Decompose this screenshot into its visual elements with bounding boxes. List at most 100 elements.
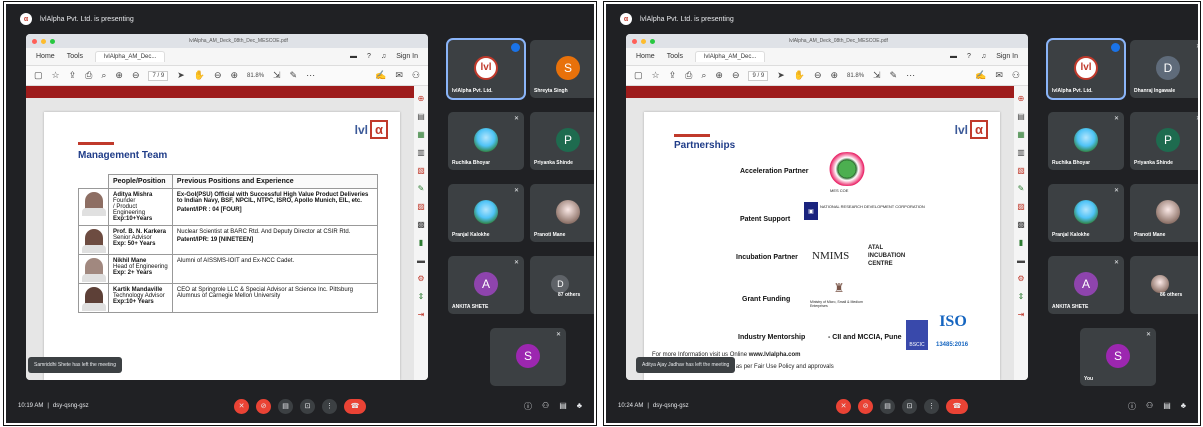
fill-sign-icon[interactable]: ✎ — [418, 184, 425, 193]
upload-icon[interactable]: ⇪ — [669, 70, 677, 81]
camera-toggle-icon[interactable]: ⊘ — [256, 398, 271, 414]
bell-icon[interactable]: ♫ — [981, 53, 986, 60]
star-icon[interactable]: ☆ — [52, 70, 60, 81]
comment-side-icon[interactable]: ▬ — [417, 256, 425, 265]
more-options-icon[interactable]: ⋮ — [322, 398, 337, 414]
help-icon[interactable]: ? — [967, 53, 971, 60]
leave-call-icon[interactable]: ☎ — [344, 398, 366, 414]
help-icon[interactable]: ? — [367, 53, 371, 60]
others-tile[interactable]: D 87 others — [530, 256, 594, 314]
mic-toggle-icon[interactable]: ✕ — [836, 398, 851, 414]
edit-sign-icon[interactable]: ✍ — [975, 70, 986, 81]
page-number-field[interactable]: 7 / 9 — [148, 70, 169, 81]
select-tool-icon[interactable]: ➤ — [777, 70, 785, 81]
present-icon[interactable]: ⊡ — [300, 398, 315, 414]
info-icon[interactable]: ⓘ — [524, 401, 532, 412]
chat-panel-icon[interactable]: ▤ — [559, 401, 567, 412]
participant-tile[interactable]: ✕ A ANKITA SHETE — [1048, 256, 1124, 314]
sheet-icon[interactable]: ▩ — [417, 220, 425, 229]
participant-tile[interactable]: ✕ A ANKITA SHETE — [448, 256, 524, 314]
page-up-icon[interactable]: ⊕ — [715, 70, 723, 81]
new-file-icon[interactable]: ▢ — [34, 70, 43, 81]
new-file-icon[interactable]: ▢ — [634, 70, 643, 81]
sheet-icon[interactable]: ▩ — [1017, 220, 1025, 229]
present-icon[interactable]: ⊡ — [902, 398, 917, 414]
info-icon[interactable]: ⓘ — [1128, 401, 1136, 412]
zoom-in-icon[interactable]: ⊕ — [230, 70, 238, 81]
select-tool-icon[interactable]: ➤ — [177, 70, 185, 81]
activities-icon[interactable]: ♣ — [577, 401, 582, 412]
folder-icon[interactable]: ▮ — [1019, 238, 1023, 247]
leave-call-icon[interactable]: ☎ — [946, 398, 968, 414]
zoom-out-icon[interactable]: ⊖ — [814, 70, 822, 81]
zoom-search-icon[interactable]: ⌕ — [701, 70, 706, 81]
self-tile[interactable]: ✕ S — [490, 328, 566, 386]
participant-tile[interactable]: ✕ Ruchika Bhoyar — [448, 112, 524, 170]
create-pdf-icon[interactable]: ▦ — [1017, 130, 1025, 139]
people-icon[interactable]: ⚇ — [542, 401, 549, 412]
sign-in-link[interactable]: Sign In — [396, 53, 418, 60]
people-icon[interactable]: ⚇ — [1146, 401, 1153, 412]
captions-icon[interactable]: ▤ — [880, 398, 895, 414]
zoom-tool-icon[interactable]: ⊕ — [418, 94, 425, 103]
folder-icon[interactable]: ▮ — [419, 238, 423, 247]
participant-tile[interactable]: ✕ Pranjal Kalokhe — [448, 184, 524, 242]
print-icon[interactable]: ⎙ — [85, 70, 92, 81]
page-down-icon[interactable]: ⊖ — [732, 70, 740, 81]
compress-icon[interactable]: ⇕ — [418, 292, 425, 301]
home-tab[interactable]: Home — [636, 53, 655, 60]
hand-tool-icon[interactable]: ✋ — [794, 70, 805, 81]
upload-icon[interactable]: ⇪ — [69, 70, 77, 81]
expand-icon[interactable]: ⇥ — [418, 310, 425, 319]
fill-sign-icon[interactable]: ✎ — [1018, 184, 1025, 193]
home-tab[interactable]: Home — [36, 53, 55, 60]
participant-tile[interactable]: Pranoti Mane — [1130, 184, 1198, 242]
page-down-icon[interactable]: ⊖ — [132, 70, 140, 81]
maximize-window-icon[interactable] — [650, 38, 655, 44]
minimize-window-icon[interactable] — [41, 38, 46, 44]
captions-icon[interactable]: ▤ — [278, 398, 293, 414]
edit-pdf-icon[interactable]: ▥ — [1017, 148, 1025, 157]
mail-icon[interactable]: ✉ — [395, 70, 403, 81]
mic-toggle-icon[interactable]: ✕ — [234, 398, 249, 414]
star-icon[interactable]: ☆ — [652, 70, 660, 81]
self-tile[interactable]: ✕ S You — [1080, 328, 1156, 386]
zoom-search-icon[interactable]: ⌕ — [101, 70, 106, 81]
zoom-out-icon[interactable]: ⊖ — [214, 70, 222, 81]
participant-tile[interactable]: ✕ P Priyanka Shinde — [530, 112, 594, 170]
export-pdf-icon[interactable]: ▤ — [417, 112, 425, 121]
document-area[interactable]: lvl α Partnerships Acceleration Partner … — [626, 86, 1014, 380]
comment-side-icon[interactable]: ▬ — [1017, 256, 1025, 265]
more-icon[interactable]: ⋯ — [306, 70, 315, 81]
participant-tile[interactable]: Pranoti Mane — [530, 184, 594, 242]
activities-icon[interactable]: ♣ — [1181, 401, 1186, 412]
participant-tile[interactable]: ✕ Ruchika Bhoyar — [1048, 112, 1124, 170]
chat-icon[interactable]: ▬ — [950, 53, 957, 60]
tools-tab[interactable]: Tools — [67, 53, 83, 60]
compress-icon[interactable]: ⇕ — [1018, 292, 1025, 301]
organize-icon[interactable]: ▧ — [1017, 166, 1025, 175]
zoom-level[interactable]: 81.8% — [847, 73, 864, 79]
zoom-in-icon[interactable]: ⊕ — [830, 70, 838, 81]
expand-icon[interactable]: ⇥ — [1018, 310, 1025, 319]
mail-icon[interactable]: ✉ — [995, 70, 1003, 81]
protect-icon[interactable]: ⚙ — [1017, 274, 1024, 283]
participant-tile[interactable]: ✕ D Dhanraj Ingawale — [1130, 40, 1198, 98]
comment-icon[interactable]: ✎ — [890, 70, 898, 81]
camera-toggle-icon[interactable]: ⊘ — [858, 398, 873, 414]
more-icon[interactable]: ⋯ — [906, 70, 915, 81]
fit-icon[interactable]: ⇲ — [873, 70, 881, 81]
chat-icon[interactable]: ▬ — [350, 53, 357, 60]
participant-tile[interactable]: ✕ Pranjal Kalokhe — [1048, 184, 1124, 242]
export-pdf-icon[interactable]: ▤ — [1017, 112, 1025, 121]
document-area[interactable]: lvl α Management Team People/Position Pr… — [26, 86, 414, 380]
edit-pdf-icon[interactable]: ▥ — [417, 148, 425, 157]
edit-sign-icon[interactable]: ✍ — [375, 70, 386, 81]
maximize-window-icon[interactable] — [50, 38, 55, 44]
participant-tile[interactable]: lvl lvlAlpha Pvt. Ltd. — [446, 38, 526, 100]
document-tab[interactable]: lvlAlpha_AM_Dec... — [95, 51, 166, 62]
send-icon[interactable]: ▨ — [417, 202, 425, 211]
share-icon[interactable]: ⚇ — [1012, 70, 1020, 81]
zoom-level[interactable]: 81.8% — [247, 73, 264, 79]
fit-icon[interactable]: ⇲ — [273, 70, 281, 81]
